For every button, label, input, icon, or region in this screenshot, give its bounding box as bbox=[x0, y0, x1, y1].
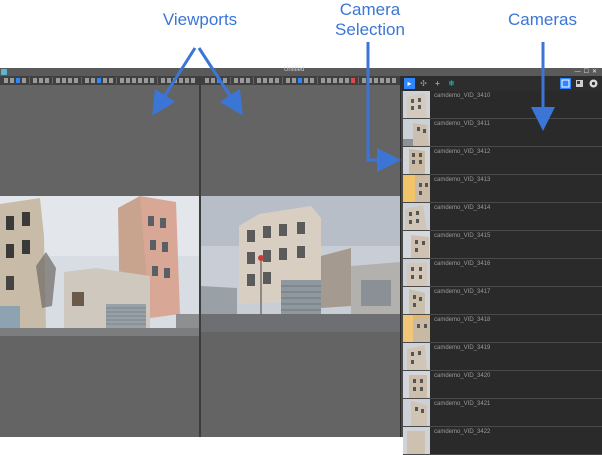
camera-item[interactable]: camdemo_VID_3413 bbox=[403, 175, 602, 203]
app-window: Untitled —☐✕ ▸ ✣ + ❄ camdemo_VID_3410 ca… bbox=[0, 67, 602, 455]
camera-thumbnail bbox=[403, 147, 430, 174]
camera-label: camdemo_VID_3417 bbox=[434, 289, 491, 295]
camera-thumbnail bbox=[403, 175, 430, 202]
camera-label: camdemo_VID_3420 bbox=[434, 373, 491, 379]
app-icon bbox=[1, 69, 7, 75]
cameras-annotation: Cameras bbox=[508, 10, 577, 29]
camera-item[interactable]: camdemo_VID_3418 bbox=[403, 315, 602, 343]
camera-label: camdemo_VID_3414 bbox=[434, 205, 491, 211]
camera-label: camdemo_VID_3421 bbox=[434, 401, 491, 407]
camera-thumbnail bbox=[403, 203, 430, 230]
settings-gear-icon[interactable] bbox=[588, 78, 599, 89]
camera-item[interactable]: camdemo_VID_3422 bbox=[403, 427, 602, 455]
camera-label: camdemo_VID_3413 bbox=[434, 177, 491, 183]
camera-thumbnail bbox=[403, 119, 430, 146]
viewport-left[interactable] bbox=[0, 76, 199, 437]
viewport-left-toolbar[interactable] bbox=[0, 76, 199, 85]
camera-item[interactable]: camdemo_VID_3420 bbox=[403, 371, 602, 399]
street-photo-right bbox=[201, 196, 400, 332]
viewports-annotation: Viewports bbox=[162, 10, 238, 29]
camera-thumbnail bbox=[403, 399, 430, 426]
viewport-right-photo bbox=[201, 196, 400, 332]
camera-thumbnail bbox=[403, 315, 430, 342]
camera-selection-toolbar: ▸ ✣ + ❄ bbox=[400, 76, 602, 91]
camera-label: camdemo_VID_3416 bbox=[434, 261, 491, 267]
camera-selection-annotation-line2: Selection bbox=[335, 20, 405, 39]
add-camera-icon[interactable]: + bbox=[432, 78, 443, 89]
window-title: Untitled bbox=[284, 67, 305, 73]
camera-selection-annotation-line1: Camera bbox=[339, 0, 401, 19]
camera-list[interactable]: camdemo_VID_3410 camdemo_VID_3411 camdem… bbox=[400, 91, 602, 455]
street-photo-left bbox=[0, 196, 199, 336]
camera-thumbnail bbox=[403, 287, 430, 314]
viewport-left-photo bbox=[0, 196, 199, 336]
camera-thumbnail bbox=[403, 343, 430, 370]
snowflake-icon[interactable]: ❄ bbox=[446, 78, 457, 89]
camera-item[interactable]: camdemo_VID_3421 bbox=[403, 399, 602, 427]
window-controls[interactable]: —☐✕ bbox=[575, 68, 600, 75]
camera-item[interactable]: camdemo_VID_3410 bbox=[403, 91, 602, 119]
camera-item[interactable]: camdemo_VID_3415 bbox=[403, 231, 602, 259]
camera-item[interactable]: camdemo_VID_3411 bbox=[403, 119, 602, 147]
camera-label: camdemo_VID_3415 bbox=[434, 233, 491, 239]
viewport-right-toolbar[interactable] bbox=[201, 76, 400, 85]
camera-item[interactable]: camdemo_VID_3419 bbox=[403, 343, 602, 371]
camera-item[interactable]: camdemo_VID_3417 bbox=[403, 287, 602, 315]
camera-label: camdemo_VID_3411 bbox=[434, 121, 490, 127]
move-icon[interactable]: ✣ bbox=[418, 78, 429, 89]
camera-item[interactable]: camdemo_VID_3414 bbox=[403, 203, 602, 231]
camera-item[interactable]: camdemo_VID_3412 bbox=[403, 147, 602, 175]
camera-selection-annotation: Camera Selection bbox=[320, 0, 420, 40]
camera-thumbnail bbox=[403, 259, 430, 286]
camera-thumbnail bbox=[403, 427, 430, 454]
camera-thumbnail bbox=[403, 371, 430, 398]
title-bar: Untitled —☐✕ bbox=[0, 67, 602, 76]
select-arrow-icon[interactable]: ▸ bbox=[404, 78, 415, 89]
camera-thumbnail bbox=[403, 231, 430, 258]
camera-label: camdemo_VID_3419 bbox=[434, 345, 491, 351]
camera-label: camdemo_VID_3422 bbox=[434, 429, 491, 435]
camera-label: camdemo_VID_3418 bbox=[434, 317, 491, 323]
camera-item[interactable]: camdemo_VID_3416 bbox=[403, 259, 602, 287]
camera-thumbnail bbox=[403, 91, 430, 118]
camera-label: camdemo_VID_3410 bbox=[434, 93, 491, 99]
grid-view-icon[interactable] bbox=[560, 78, 571, 89]
viewport-right[interactable] bbox=[201, 76, 400, 437]
square-view-icon[interactable] bbox=[574, 78, 585, 89]
camera-label: camdemo_VID_3412 bbox=[434, 149, 491, 155]
